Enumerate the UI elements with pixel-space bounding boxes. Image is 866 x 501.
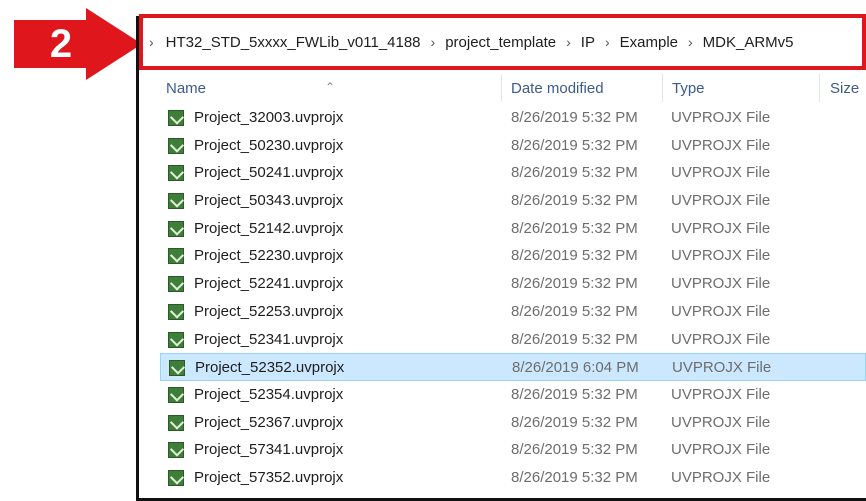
file-row[interactable]: Project_50241.uvprojx 8/26/2019 5:32 PM … xyxy=(160,159,866,187)
file-date-modified: 8/26/2019 6:04 PM xyxy=(512,359,639,377)
file-row[interactable]: Project_52367.uvprojx 8/26/2019 5:32 PM … xyxy=(160,409,866,437)
file-type: UVPROJX File xyxy=(671,330,771,348)
file-name: Project_57341.uvprojx xyxy=(194,441,344,459)
file-type: UVPROJX File xyxy=(671,109,771,126)
file-row[interactable]: Project_57352.uvprojx 8/26/2019 5:32 PM … xyxy=(160,464,866,492)
column-header-date-modified[interactable]: Date modified xyxy=(511,80,604,97)
chevron-right-icon[interactable]: › xyxy=(605,34,610,50)
file-type: UVPROJX File xyxy=(672,359,772,377)
file-date-modified: 8/26/2019 5:32 PM xyxy=(511,385,638,403)
uvprojx-file-icon xyxy=(168,276,184,293)
file-date-modified: 8/26/2019 5:32 PM xyxy=(511,275,638,293)
breadcrumb-item-fwlib[interactable]: HT32_STD_5xxxx_FWLib_v011_4188 xyxy=(166,34,421,51)
file-name: Project_52341.uvprojx xyxy=(194,330,344,348)
file-date-modified: 8/26/2019 5:32 PM xyxy=(511,441,638,459)
file-date-modified: 8/26/2019 5:32 PM xyxy=(511,302,638,320)
file-date-modified: 8/26/2019 5:32 PM xyxy=(511,109,638,126)
uvprojx-file-icon xyxy=(168,469,184,486)
chevron-right-icon[interactable]: › xyxy=(149,34,154,50)
uvprojx-file-icon xyxy=(168,193,184,210)
file-name: Project_32003.uvprojx xyxy=(194,109,344,126)
column-header-type[interactable]: Type xyxy=(672,80,705,97)
uvprojx-file-icon xyxy=(169,360,185,377)
file-row[interactable]: Project_52354.uvprojx 8/26/2019 5:32 PM … xyxy=(160,381,866,409)
file-type: UVPROJX File xyxy=(671,136,771,154)
file-name: Project_57352.uvprojx xyxy=(194,468,344,486)
uvprojx-file-icon xyxy=(168,331,184,348)
breadcrumb-item-ip[interactable]: IP xyxy=(581,34,595,51)
file-type: UVPROJX File xyxy=(671,413,771,431)
sort-chevron-icon: ⌃ xyxy=(325,80,336,94)
step-number: 2 xyxy=(49,22,73,66)
uvprojx-file-icon xyxy=(168,414,184,431)
file-row[interactable]: Project_50230.uvprojx 8/26/2019 5:32 PM … xyxy=(160,132,866,160)
column-divider[interactable] xyxy=(819,74,820,102)
chevron-right-icon[interactable]: › xyxy=(431,34,436,50)
file-name: Project_52354.uvprojx xyxy=(194,385,344,403)
breadcrumb: › HT32_STD_5xxxx_FWLib_v011_4188 › proje… xyxy=(147,28,794,56)
uvprojx-file-icon xyxy=(168,442,184,459)
file-list: Project_32003.uvprojx 8/26/2019 5:32 PM … xyxy=(160,104,866,492)
breadcrumb-item-mdk-armv5[interactable]: MDK_ARMv5 xyxy=(703,34,794,51)
file-name: Project_52230.uvprojx xyxy=(194,247,344,265)
column-header-name[interactable]: Name xyxy=(166,80,206,97)
breadcrumb-item-example[interactable]: Example xyxy=(620,34,678,51)
file-row-selected[interactable]: Project_52352.uvprojx 8/26/2019 6:04 PM … xyxy=(160,353,866,381)
file-date-modified: 8/26/2019 5:32 PM xyxy=(511,192,638,210)
file-row[interactable]: Project_32003.uvprojx 8/26/2019 5:32 PM … xyxy=(160,104,866,132)
column-header-row: ⌃ Name Date modified Type Size xyxy=(139,72,866,104)
chevron-right-icon[interactable]: › xyxy=(688,34,693,50)
file-name: Project_52241.uvprojx xyxy=(194,275,344,293)
file-type: UVPROJX File xyxy=(671,219,771,237)
file-row[interactable]: Project_52142.uvprojx 8/26/2019 5:32 PM … xyxy=(160,215,866,243)
uvprojx-file-icon xyxy=(168,303,184,320)
column-divider[interactable] xyxy=(662,74,663,102)
uvprojx-file-icon xyxy=(168,220,184,237)
file-date-modified: 8/26/2019 5:32 PM xyxy=(511,468,638,486)
file-row[interactable]: Project_52230.uvprojx 8/26/2019 5:32 PM … xyxy=(160,242,866,270)
file-name: Project_50343.uvprojx xyxy=(194,192,344,210)
file-date-modified: 8/26/2019 5:32 PM xyxy=(511,330,638,348)
address-bar[interactable]: › HT32_STD_5xxxx_FWLib_v011_4188 › proje… xyxy=(139,14,866,70)
file-type: UVPROJX File xyxy=(671,302,771,320)
file-row[interactable]: Project_52341.uvprojx 8/26/2019 5:32 PM … xyxy=(160,326,866,354)
uvprojx-file-icon xyxy=(168,165,184,182)
file-type: UVPROJX File xyxy=(671,275,771,293)
file-type: UVPROJX File xyxy=(671,441,771,459)
chevron-right-icon[interactable]: › xyxy=(566,34,571,50)
file-type: UVPROJX File xyxy=(671,468,771,486)
file-name: Project_52253.uvprojx xyxy=(194,302,344,320)
file-name: Project_50241.uvprojx xyxy=(194,164,344,182)
file-date-modified: 8/26/2019 5:32 PM xyxy=(511,164,638,182)
file-date-modified: 8/26/2019 5:32 PM xyxy=(511,247,638,265)
file-type: UVPROJX File xyxy=(671,385,771,403)
file-name: Project_52367.uvprojx xyxy=(194,413,344,431)
file-row[interactable]: Project_52253.uvprojx 8/26/2019 5:32 PM … xyxy=(160,298,866,326)
file-row[interactable]: Project_57341.uvprojx 8/26/2019 5:32 PM … xyxy=(160,436,866,464)
file-name: Project_50230.uvprojx xyxy=(194,136,344,154)
file-type: UVPROJX File xyxy=(671,247,771,265)
column-divider[interactable] xyxy=(501,74,502,102)
file-date-modified: 8/26/2019 5:32 PM xyxy=(511,413,638,431)
file-type: UVPROJX File xyxy=(671,192,771,210)
uvprojx-file-icon xyxy=(168,137,184,154)
uvprojx-file-icon xyxy=(168,110,184,126)
uvprojx-file-icon xyxy=(168,386,184,403)
file-row[interactable]: Project_50343.uvprojx 8/26/2019 5:32 PM … xyxy=(160,187,866,215)
file-row[interactable]: Project_52241.uvprojx 8/26/2019 5:32 PM … xyxy=(160,270,866,298)
breadcrumb-item-project-template[interactable]: project_template xyxy=(445,34,556,51)
file-name: Project_52352.uvprojx xyxy=(195,359,345,377)
step-callout-arrow: 2 xyxy=(14,8,144,80)
file-date-modified: 8/26/2019 5:32 PM xyxy=(511,136,638,154)
uvprojx-file-icon xyxy=(168,248,184,265)
file-date-modified: 8/26/2019 5:32 PM xyxy=(511,219,638,237)
file-name: Project_52142.uvprojx xyxy=(194,219,344,237)
file-type: UVPROJX File xyxy=(671,164,771,182)
column-header-size[interactable]: Size xyxy=(830,80,859,97)
